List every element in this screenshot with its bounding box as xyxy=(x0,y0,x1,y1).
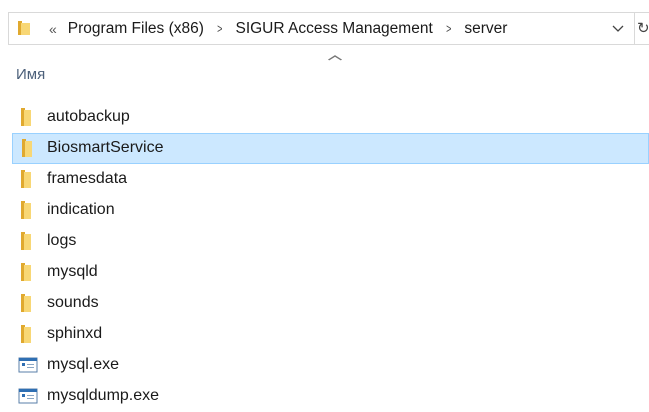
folder-icon xyxy=(17,199,39,221)
list-item[interactable]: mysqld xyxy=(0,257,649,288)
file-name: mysqldump.exe xyxy=(47,387,160,404)
refresh-icon[interactable]: ↻ xyxy=(634,12,649,45)
list-item[interactable]: indication xyxy=(0,195,649,226)
exe-file-icon xyxy=(17,385,39,407)
file-name: logs xyxy=(47,232,77,249)
list-item-selected[interactable]: BiosmartService xyxy=(12,133,649,164)
column-header-name[interactable]: Имя xyxy=(16,66,45,83)
list-item[interactable]: sphinxd xyxy=(0,319,649,350)
folder-icon xyxy=(17,230,39,252)
list-item[interactable]: logs xyxy=(0,226,649,257)
exe-file-icon xyxy=(17,354,39,376)
breadcrumb-separator-icon[interactable]: > xyxy=(446,21,451,36)
file-name: sphinxd xyxy=(47,325,103,342)
folder-icon xyxy=(17,292,39,314)
file-list: autobackup BiosmartService framesdata in… xyxy=(0,102,649,412)
list-item[interactable]: framesdata xyxy=(0,164,649,195)
breadcrumb-program-files[interactable]: Program Files (x86) xyxy=(68,20,204,38)
breadcrumb-separator-icon[interactable]: > xyxy=(217,21,222,36)
folder-icon xyxy=(17,323,39,345)
file-name: sounds xyxy=(47,294,99,311)
breadcrumb-overflow-button[interactable]: « xyxy=(49,21,57,37)
list-item[interactable]: sounds xyxy=(0,288,649,319)
file-name: mysql.exe xyxy=(47,356,120,373)
folder-icon xyxy=(17,106,39,128)
list-item[interactable]: mysql.exe xyxy=(0,350,649,381)
file-name: framesdata xyxy=(47,170,128,187)
breadcrumb-sigur[interactable]: SIGUR Access Management xyxy=(235,20,432,38)
list-item[interactable]: autobackup xyxy=(0,102,649,133)
folder-icon xyxy=(17,261,39,283)
file-name: indication xyxy=(47,201,115,218)
folder-icon xyxy=(18,137,40,159)
file-name: autobackup xyxy=(47,108,130,125)
list-item[interactable]: mysqldump.exe xyxy=(0,381,649,412)
chevron-down-icon[interactable] xyxy=(608,22,628,36)
file-name: mysqld xyxy=(47,263,98,280)
folder-icon xyxy=(17,168,39,190)
sort-ascending-icon xyxy=(327,52,343,64)
breadcrumb-server[interactable]: server xyxy=(464,20,507,38)
address-bar[interactable]: « Program Files (x86) > SIGUR Access Man… xyxy=(8,12,649,45)
folder-icon xyxy=(11,12,33,45)
file-name: BiosmartService xyxy=(47,139,164,156)
